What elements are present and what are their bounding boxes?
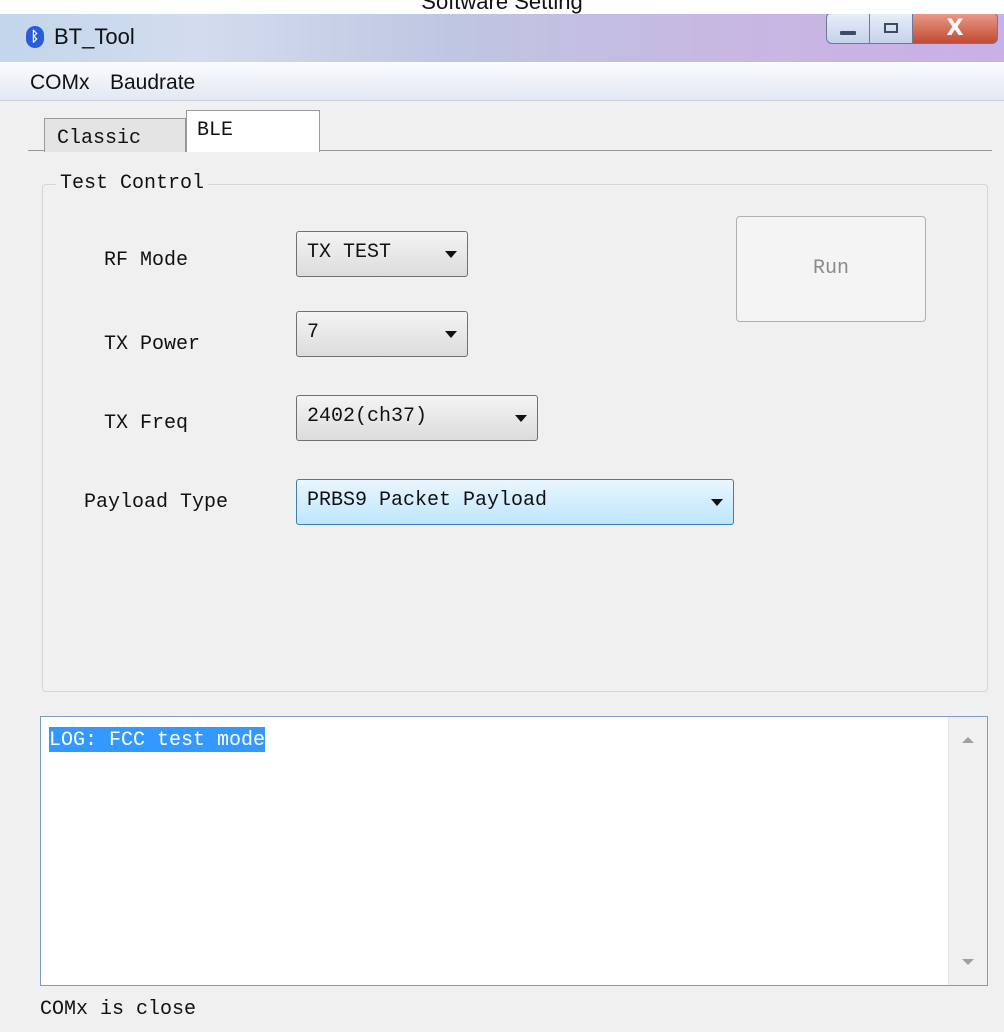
status-text: COMx is close: [40, 998, 197, 1021]
chevron-down-icon: [711, 499, 723, 506]
chevron-down-icon: [445, 251, 457, 258]
log-textarea[interactable]: LOG: FCC test mode: [40, 716, 988, 986]
caption-text: Software Setting: [421, 0, 583, 14]
rf-mode-value: TX TEST: [307, 241, 392, 264]
window-controls: X: [826, 12, 998, 44]
chevron-down-icon: [515, 415, 527, 422]
window-title: BT_Tool: [54, 24, 135, 49]
bluetooth-icon: ᛒ: [26, 26, 44, 48]
minimize-icon: [840, 31, 856, 35]
menu-comx[interactable]: COMx: [30, 71, 90, 95]
tx-freq-select[interactable]: 2402(ch37): [296, 395, 538, 441]
maximize-button[interactable]: [870, 12, 913, 44]
chevron-down-icon: [445, 331, 457, 338]
tx-freq-label: TX Freq: [104, 412, 189, 435]
tx-power-value: 7: [307, 321, 320, 344]
close-button[interactable]: X: [913, 12, 998, 44]
tab-ble[interactable]: BLE: [186, 110, 320, 152]
rf-mode-label: RF Mode: [104, 249, 189, 272]
maximize-icon: [884, 23, 898, 33]
minimize-button[interactable]: [826, 12, 870, 44]
payload-type-value: PRBS9 Packet Payload: [307, 489, 548, 512]
payload-type-label: Payload Type: [84, 491, 229, 514]
close-icon: X: [946, 15, 964, 41]
menu-baudrate[interactable]: Baudrate: [110, 71, 195, 95]
menu-bar: COMx Baudrate: [0, 62, 1004, 101]
payload-type-select[interactable]: PRBS9 Packet Payload: [296, 479, 734, 525]
rf-mode-select[interactable]: TX TEST: [296, 231, 468, 277]
test-control-title: Test Control: [56, 172, 209, 195]
tx-freq-value: 2402(ch37): [307, 405, 428, 428]
scroll-up-icon[interactable]: [962, 737, 974, 743]
run-button[interactable]: Run: [736, 216, 926, 322]
tx-power-label: TX Power: [104, 333, 201, 356]
scroll-down-icon[interactable]: [962, 959, 974, 965]
document-caption: Software Setting: [0, 0, 1004, 14]
log-line: LOG: FCC test mode: [49, 727, 266, 752]
log-scrollbar[interactable]: [948, 717, 987, 985]
tab-classic[interactable]: Classic: [44, 118, 186, 152]
tx-power-select[interactable]: 7: [296, 311, 468, 357]
